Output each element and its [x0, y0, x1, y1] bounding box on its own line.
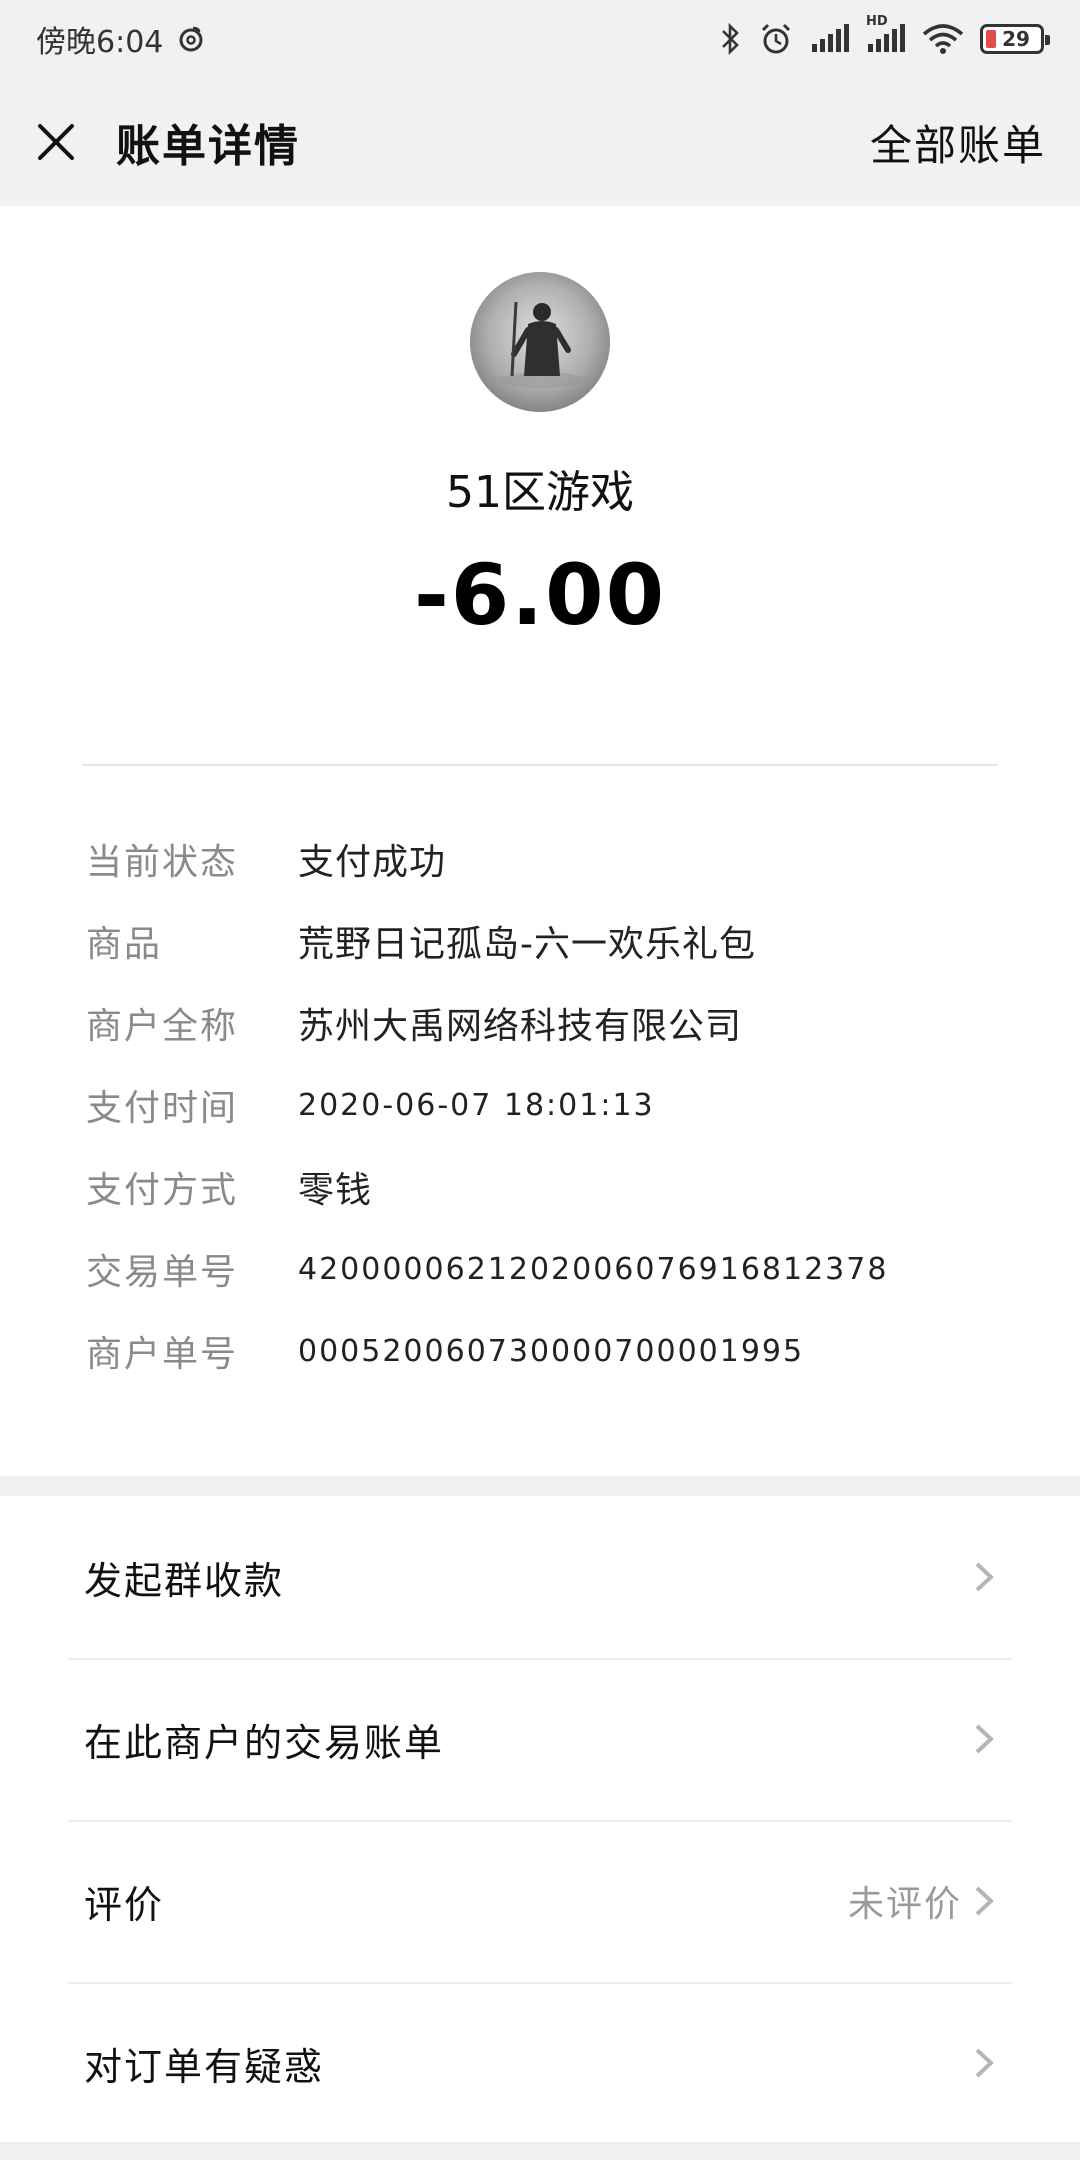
action-label: 发起群收款: [84, 1558, 285, 1603]
chevron-right-icon: [972, 2045, 996, 2081]
detail-label: 商户全称: [86, 1006, 239, 1047]
bottom-edge: [0, 2142, 1080, 2160]
action-label: 对订单有疑惑: [84, 2044, 325, 2089]
detail-value: 苏州大禹网络科技有限公司: [298, 1006, 743, 1047]
battery-low-fill: [986, 30, 996, 48]
chevron-right-icon: [972, 1559, 996, 1595]
page-title: 账单详情: [116, 121, 300, 172]
merchant-avatar: [470, 272, 610, 412]
detail-row-status: 当前状态 支付成功: [0, 818, 1080, 900]
chevron-right-icon: [972, 1721, 996, 1757]
detail-value: 2020-06-07 18:01:13: [298, 1087, 655, 1123]
detail-row-merchant-order-id: 商户单号 000520060730000700001995: [0, 1310, 1080, 1392]
netease-music-icon: [177, 25, 205, 53]
detail-value: 支付成功: [298, 842, 447, 883]
detail-value[interactable]: 4200000621202006076916812378: [298, 1252, 888, 1287]
detail-row-payment-time: 支付时间 2020-06-07 18:01:13: [0, 1064, 1080, 1146]
detail-row-payment-method: 支付方式 零钱: [0, 1146, 1080, 1228]
bluetooth-icon: [720, 22, 742, 56]
section-separator: [0, 1476, 1080, 1496]
detail-label: 交易单号: [86, 1252, 239, 1293]
detail-label: 支付时间: [86, 1088, 239, 1129]
battery-level: 29: [1002, 27, 1030, 51]
detail-value: 荒野日记孤岛-六一欢乐礼包: [298, 924, 756, 965]
detail-label: 支付方式: [86, 1170, 239, 1211]
hd-badge: HD: [866, 14, 888, 29]
status-time: 傍晚6:04: [36, 25, 164, 60]
nav-bar: 账单详情 全部账单: [0, 78, 1080, 206]
action-review[interactable]: 评价 未评价: [0, 1820, 1080, 1982]
review-status: 未评价: [847, 1884, 962, 1925]
alarm-icon: [758, 21, 794, 57]
detail-row-transaction-id: 交易单号 4200000621202006076916812378: [0, 1228, 1080, 1310]
cellular-hd-signal-icon: HD: [866, 14, 906, 54]
detail-row-product: 商品 荒野日记孤岛-六一欢乐礼包: [0, 900, 1080, 982]
action-merchant-bills[interactable]: 在此商户的交易账单: [0, 1658, 1080, 1820]
battery-indicator: 29: [980, 24, 1050, 54]
detail-label: 当前状态: [86, 842, 239, 883]
all-bills-link[interactable]: 全部账单: [870, 112, 1046, 173]
bill-summary: 51区游戏 -6.00: [0, 206, 1080, 766]
detail-label: 商户单号: [86, 1334, 239, 1375]
close-icon[interactable]: [34, 120, 78, 164]
detail-label: 商品: [86, 924, 163, 965]
detail-value: 零钱: [298, 1170, 373, 1211]
cellular-signal-icon: [810, 24, 850, 54]
bill-details: 当前状态 支付成功 商品 荒野日记孤岛-六一欢乐礼包 商户全称 苏州大禹网络科技…: [0, 818, 1080, 1392]
detail-row-merchant-full-name: 商户全称 苏州大禹网络科技有限公司: [0, 982, 1080, 1064]
detail-value[interactable]: 000520060730000700001995: [298, 1334, 804, 1369]
action-label: 在此商户的交易账单: [84, 1720, 445, 1765]
merchant-name: 51区游戏: [446, 467, 634, 518]
divider: [82, 764, 998, 766]
chevron-right-icon: [972, 1883, 996, 1919]
action-label: 评价: [84, 1882, 165, 1927]
action-order-question[interactable]: 对订单有疑惑: [0, 1982, 1080, 2144]
wifi-icon: [922, 23, 964, 55]
action-group-collect[interactable]: 发起群收款: [0, 1496, 1080, 1658]
battery-nub: [1045, 35, 1050, 45]
bill-amount: -6.00: [413, 546, 667, 644]
status-bar: 傍晚6:04 HD 29: [0, 0, 1080, 78]
action-list: 发起群收款 在此商户的交易账单 评价 未评价 对订单有疑惑: [0, 1496, 1080, 2144]
